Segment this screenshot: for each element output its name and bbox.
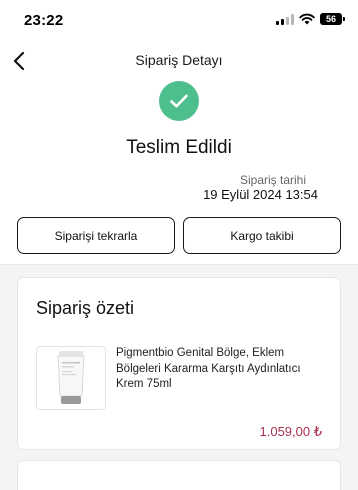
product-name[interactable]: Pigmentbio Genital Bölge, Eklem Bölgeler…	[116, 346, 316, 393]
order-date-value: 19 Eylül 2024 13:54	[203, 187, 318, 202]
nav-header: Sipariş Detayı	[0, 44, 358, 78]
cellular-signal-icon	[276, 13, 294, 25]
status-bar: 23:22 56	[0, 0, 358, 40]
battery-icon: 56	[320, 13, 345, 25]
status-icons: 56	[276, 13, 345, 25]
status-time: 23:22	[24, 12, 64, 29]
product-image[interactable]	[36, 346, 106, 410]
summary-title: Sipariş özeti	[36, 298, 135, 318]
cream-tube-icon	[57, 351, 85, 404]
delivery-status: Teslim Edildi	[126, 137, 232, 158]
wifi-icon	[299, 13, 315, 25]
battery-level: 56	[325, 14, 336, 24]
reorder-button[interactable]: Siparişi tekrarla	[17, 217, 175, 254]
next-section-card	[17, 460, 341, 490]
product-price: 1.059,00 ₺	[259, 424, 323, 439]
check-circle-icon	[159, 81, 199, 121]
page-title: Sipariş Detayı	[135, 52, 223, 68]
track-shipment-button[interactable]: Kargo takibi	[183, 217, 341, 254]
order-date-label: Sipariş tarihi	[239, 173, 306, 187]
order-summary-card: Sipariş özeti Pigmentbio Genital Bölge, …	[17, 277, 341, 450]
